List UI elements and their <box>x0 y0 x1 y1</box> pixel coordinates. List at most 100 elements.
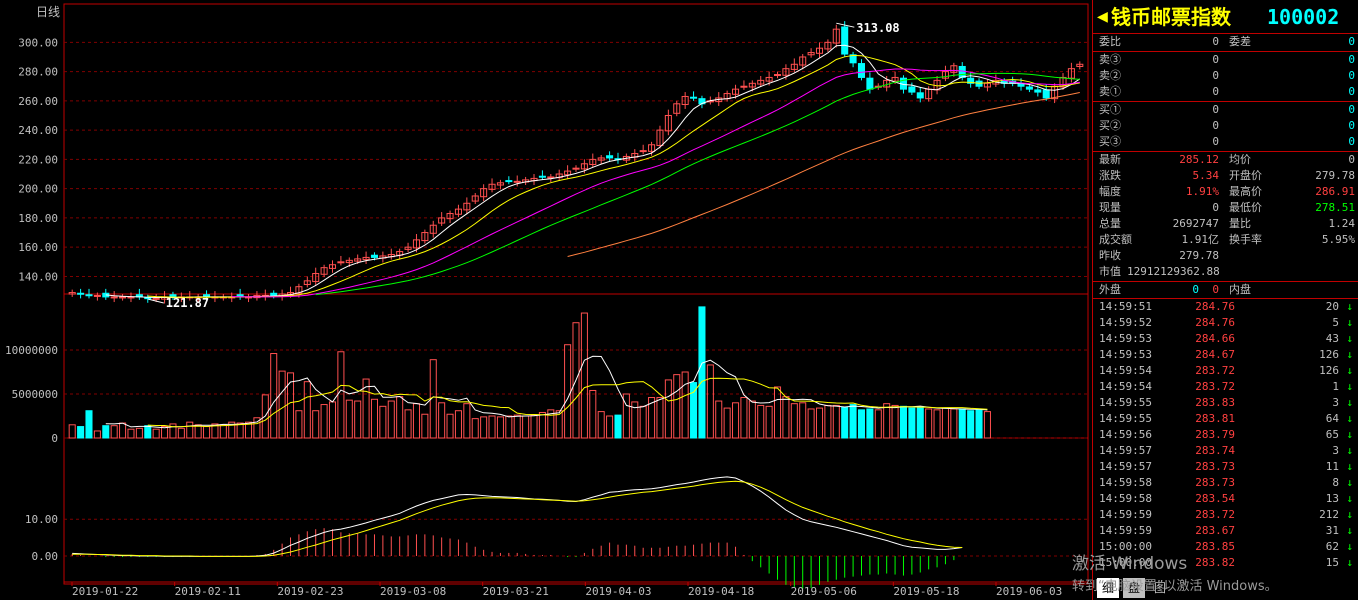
down-arrow-icon: ↓ <box>1346 396 1353 409</box>
volume-tick-label: 0 <box>51 432 58 445</box>
volume-tick-label: 5000000 <box>12 388 58 401</box>
volume-bar <box>857 409 866 439</box>
volume-bar <box>841 406 849 439</box>
volume-bar <box>446 413 454 439</box>
date-tick-label: 2019-02-11 <box>175 585 241 598</box>
volume-bar <box>278 370 286 439</box>
candle <box>1042 89 1050 99</box>
tick-row: 14:59:55 283.81 64 ↓ <box>1093 411 1358 427</box>
stat-row: 幅度 1.91% 最高价 286.91 <box>1099 185 1355 198</box>
low-price-label: 121.87 <box>166 296 209 310</box>
kline-chart[interactable]: 300.00 280.00 260.00 240.00 220.00 200.00 180.… <box>0 0 1090 600</box>
tick-row: 14:59:53 284.66 43 ↓ <box>1093 331 1358 347</box>
buy-level: 买① 0 0 <box>1099 103 1355 116</box>
volume-bar <box>866 408 874 439</box>
tick-time: 14:59:59 <box>1099 508 1152 521</box>
volume-bar <box>564 344 572 439</box>
watermark-line1: 激活 Windows <box>1072 554 1188 574</box>
candle <box>538 175 546 178</box>
macd-tick-label: 10.00 <box>25 513 58 526</box>
volume-bar <box>186 421 194 439</box>
candle <box>547 176 555 179</box>
moving-average-ma60 <box>567 92 1080 257</box>
volume-bar <box>471 418 479 439</box>
price-tick-label: 240.00 <box>18 124 58 137</box>
tick-row: 14:59:53 284.67 126 ↓ <box>1093 347 1358 363</box>
volume-bar <box>748 400 756 439</box>
volume-bar <box>908 407 916 439</box>
volume-bar <box>883 403 891 439</box>
tick-row: 14:59:56 283.79 65 ↓ <box>1093 427 1358 443</box>
volume-bar <box>463 403 471 439</box>
tick-price: 283.82 <box>1195 556 1235 569</box>
tick-price: 283.72 <box>1195 508 1235 521</box>
down-arrow-icon: ↓ <box>1346 540 1353 553</box>
down-arrow-icon: ↓ <box>1346 412 1353 425</box>
volume-bar <box>337 351 345 439</box>
date-tick-label: 2019-06-03 <box>996 585 1062 598</box>
volume-bar <box>312 410 320 439</box>
down-arrow-icon: ↓ <box>1346 444 1353 457</box>
period-label: 日线 <box>36 5 60 19</box>
tick-row: 14:59:52 284.76 5 ↓ <box>1093 315 1358 331</box>
volume-tick-label: 10000000 <box>5 344 58 357</box>
tick-volume: 3 <box>1332 396 1339 409</box>
tick-price: 284.76 <box>1195 316 1235 329</box>
candle <box>93 294 101 297</box>
volume-bar <box>958 408 966 439</box>
volume-bar <box>891 404 899 439</box>
volume-bar <box>874 409 882 439</box>
stat-row: 成交额 1.91亿 换手率 5.95% <box>1099 233 1355 246</box>
down-arrow-icon: ↓ <box>1346 348 1353 361</box>
volume-bar <box>773 386 782 439</box>
volume-bar <box>194 424 202 439</box>
price-tick-label: 160.00 <box>18 241 58 254</box>
volume-bar <box>706 364 714 439</box>
tick-price: 284.67 <box>1195 348 1235 361</box>
price-tick-label: 140.00 <box>18 270 58 283</box>
volume-bar <box>345 399 353 439</box>
tick-volume: 1 <box>1332 380 1339 393</box>
tick-price: 284.76 <box>1195 300 1235 313</box>
watermark-line2: 转到“电脑设置”以激活 Windows。 <box>1072 579 1278 594</box>
tick-volume: 5 <box>1332 316 1339 329</box>
volume-bar <box>606 415 614 439</box>
tick-volume: 3 <box>1332 444 1339 457</box>
volume-bar <box>320 404 328 439</box>
tick-row: 14:59:58 283.54 13 ↓ <box>1093 491 1358 507</box>
candle <box>572 167 580 170</box>
volume-bar <box>119 422 127 439</box>
tick-volume: 64 <box>1325 412 1339 425</box>
candle <box>77 292 85 295</box>
date-tick-label: 2019-03-08 <box>380 585 446 598</box>
volume-bar <box>975 409 983 439</box>
volume-bar <box>849 404 857 439</box>
tick-volume: 31 <box>1325 524 1339 537</box>
volume-bar <box>102 425 110 439</box>
candle <box>866 77 874 90</box>
down-arrow-icon: ↓ <box>1346 332 1353 345</box>
volume-bar <box>715 400 723 439</box>
tick-row: 14:59:57 283.73 11 ↓ <box>1093 459 1358 475</box>
volume-bar <box>496 416 504 439</box>
buy-level: 买③ 0 0 <box>1099 135 1355 148</box>
volume-bar <box>370 398 379 439</box>
volume-bar <box>270 353 278 439</box>
candle <box>690 96 698 99</box>
volume-bar <box>522 415 530 439</box>
tick-price: 283.81 <box>1195 412 1235 425</box>
tick-row: 14:59:58 283.73 8 ↓ <box>1093 475 1358 491</box>
volume-bar <box>983 411 991 439</box>
sell-level: 卖① 0 0 <box>1099 85 1355 98</box>
volume-bar <box>77 426 85 439</box>
instrument-name: 钱币邮票指数 <box>1111 5 1231 29</box>
wb-row-value2: 0 <box>1348 35 1355 48</box>
tick-time: 14:59:55 <box>1099 396 1152 409</box>
candle <box>1025 86 1033 90</box>
volume-bar <box>85 410 93 439</box>
volume-bar <box>530 414 538 439</box>
candle <box>773 74 782 77</box>
date-tick-label: 2019-04-18 <box>688 585 754 598</box>
tick-price: 283.83 <box>1195 396 1235 409</box>
volume-bar <box>295 410 303 439</box>
